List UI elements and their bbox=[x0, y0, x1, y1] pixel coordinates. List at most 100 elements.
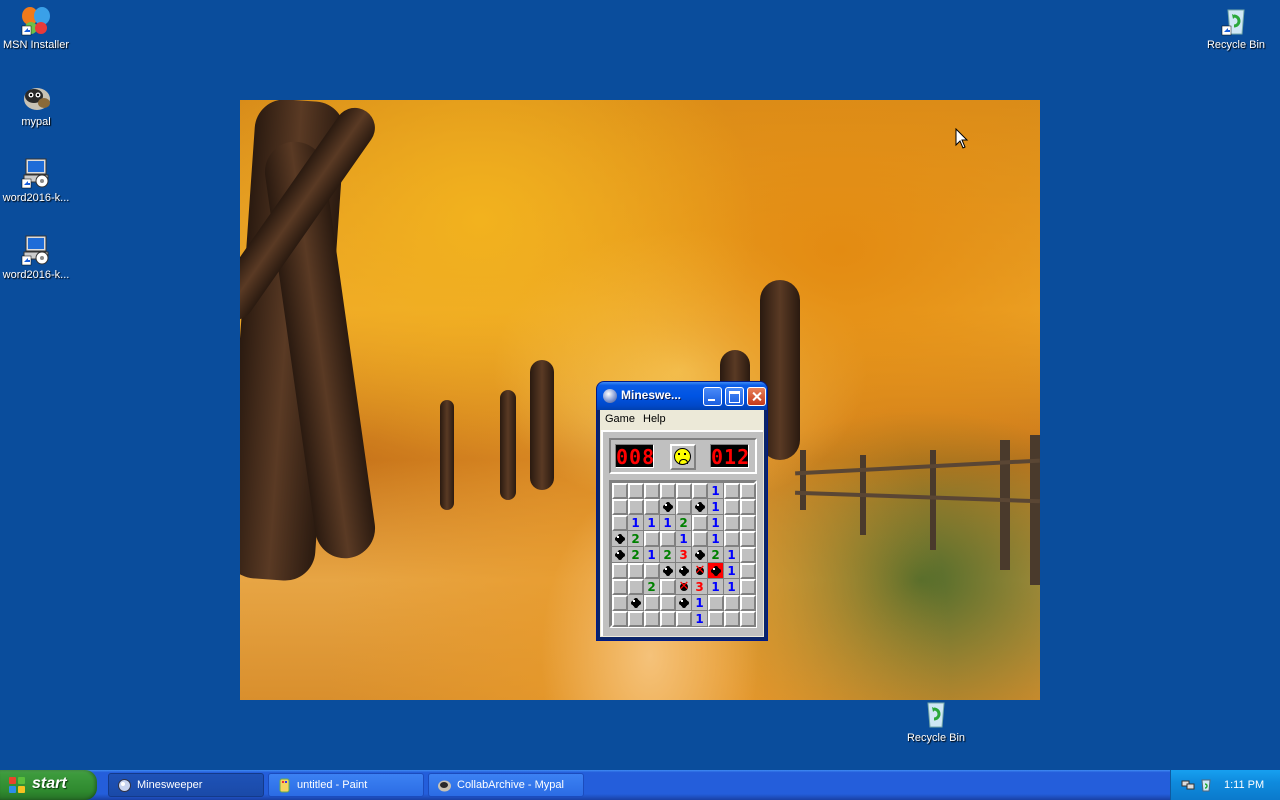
grid-cell-hidden[interactable] bbox=[724, 483, 740, 499]
grid-cell-hidden[interactable] bbox=[644, 563, 660, 579]
grid-cell-hidden[interactable] bbox=[644, 531, 660, 547]
grid-cell-number[interactable]: 1 bbox=[724, 547, 740, 563]
grid-cell-number[interactable]: 1 bbox=[692, 595, 708, 611]
grid-cell-hidden[interactable] bbox=[644, 611, 660, 627]
grid-cell-hidden[interactable] bbox=[724, 531, 740, 547]
grid-cell-hidden[interactable] bbox=[644, 483, 660, 499]
desktop-icon-recycle-bin-bottom[interactable]: Recycle Bin bbox=[896, 697, 976, 744]
new-game-button[interactable] bbox=[670, 444, 696, 470]
grid-cell-number[interactable]: 2 bbox=[644, 579, 660, 595]
grid-cell-hidden[interactable] bbox=[724, 611, 740, 627]
grid-cell-number[interactable]: 1 bbox=[676, 531, 692, 547]
taskbar-button-minesweeper[interactable]: Minesweeper bbox=[108, 773, 264, 797]
grid-cell-hidden[interactable] bbox=[644, 499, 660, 515]
grid-cell-hidden[interactable] bbox=[612, 563, 628, 579]
desktop-icon-recycle-bin-top[interactable]: Recycle Bin bbox=[1196, 4, 1276, 51]
grid-cell-hidden[interactable] bbox=[692, 531, 708, 547]
grid-cell-number[interactable]: 1 bbox=[708, 531, 724, 547]
grid-cell-hidden[interactable] bbox=[660, 595, 676, 611]
grid-cell-number[interactable]: 3 bbox=[692, 579, 708, 595]
grid-cell-hidden[interactable] bbox=[692, 483, 708, 499]
start-button[interactable]: start bbox=[0, 770, 97, 800]
minesweeper-window[interactable]: Mineswe... Game Help 008 012 11111212112… bbox=[597, 382, 767, 640]
grid-cell-hidden[interactable] bbox=[628, 499, 644, 515]
network-icon[interactable] bbox=[1181, 778, 1195, 792]
grid-cell-hidden[interactable] bbox=[724, 595, 740, 611]
grid-cell-number[interactable]: 1 bbox=[692, 611, 708, 627]
grid-cell-hidden[interactable] bbox=[740, 563, 756, 579]
taskbar-button-paint[interactable]: untitled - Paint bbox=[268, 773, 424, 797]
mine-icon[interactable] bbox=[628, 595, 644, 611]
grid-cell-hidden[interactable] bbox=[660, 579, 676, 595]
mine-icon[interactable] bbox=[660, 499, 676, 515]
grid-cell-hidden[interactable] bbox=[628, 563, 644, 579]
grid-cell-hidden[interactable] bbox=[612, 515, 628, 531]
grid-cell-hidden[interactable] bbox=[660, 611, 676, 627]
grid-cell-number[interactable]: 1 bbox=[660, 515, 676, 531]
grid-cell-hidden[interactable] bbox=[612, 595, 628, 611]
grid-cell-hidden[interactable] bbox=[676, 483, 692, 499]
grid-cell-number[interactable]: 1 bbox=[708, 499, 724, 515]
window-titlebar[interactable]: Mineswe... bbox=[597, 382, 767, 410]
grid-cell-hidden[interactable] bbox=[676, 611, 692, 627]
wrong-flag-mine-icon[interactable] bbox=[676, 579, 692, 595]
grid-cell-hidden[interactable] bbox=[612, 579, 628, 595]
mine-icon[interactable] bbox=[692, 499, 708, 515]
wrong-flag-mine-icon[interactable] bbox=[692, 563, 708, 579]
grid-cell-hidden[interactable] bbox=[740, 595, 756, 611]
grid-cell-hidden[interactable] bbox=[612, 611, 628, 627]
grid-cell-number[interactable]: 1 bbox=[724, 563, 740, 579]
grid-cell-number[interactable]: 3 bbox=[676, 547, 692, 563]
taskbar-button-mypal[interactable]: CollabArchive - Mypal bbox=[428, 773, 584, 797]
grid-cell-number[interactable]: 1 bbox=[628, 515, 644, 531]
grid-cell-number[interactable]: 2 bbox=[676, 515, 692, 531]
grid-cell-number[interactable]: 1 bbox=[644, 515, 660, 531]
grid-cell-number[interactable]: 2 bbox=[708, 547, 724, 563]
grid-cell-number[interactable]: 2 bbox=[660, 547, 676, 563]
grid-cell-number[interactable]: 1 bbox=[644, 547, 660, 563]
grid-cell-hidden[interactable] bbox=[740, 547, 756, 563]
grid-cell-hidden[interactable] bbox=[692, 515, 708, 531]
mine-icon[interactable] bbox=[612, 547, 628, 563]
grid-cell-number[interactable]: 2 bbox=[628, 547, 644, 563]
mine-icon[interactable] bbox=[660, 563, 676, 579]
grid-cell-hidden[interactable] bbox=[708, 611, 724, 627]
mine-icon[interactable] bbox=[692, 547, 708, 563]
grid-cell-hidden[interactable] bbox=[612, 499, 628, 515]
maximize-button[interactable] bbox=[725, 387, 744, 406]
grid-cell-hidden[interactable] bbox=[660, 531, 676, 547]
grid-cell-number[interactable]: 1 bbox=[708, 579, 724, 595]
desktop-icon-msn-installer[interactable]: MSN Installer bbox=[0, 4, 76, 51]
grid-cell-hidden[interactable] bbox=[740, 611, 756, 627]
recycle-tray-icon[interactable] bbox=[1199, 778, 1213, 792]
close-button[interactable] bbox=[747, 387, 766, 406]
grid-cell-hidden[interactable] bbox=[708, 595, 724, 611]
grid-cell-hidden[interactable] bbox=[676, 499, 692, 515]
grid-cell-hidden[interactable] bbox=[628, 579, 644, 595]
grid-cell-hidden[interactable] bbox=[628, 611, 644, 627]
exploded-mine-icon[interactable] bbox=[708, 563, 724, 579]
grid-cell-hidden[interactable] bbox=[740, 531, 756, 547]
menu-help[interactable]: Help bbox=[643, 413, 666, 425]
mine-icon[interactable] bbox=[676, 563, 692, 579]
desktop-icon-word2016-1[interactable]: word2016-k... bbox=[0, 157, 76, 204]
grid-cell-hidden[interactable] bbox=[740, 579, 756, 595]
grid-cell-number[interactable]: 1 bbox=[708, 515, 724, 531]
grid-cell-number[interactable]: 2 bbox=[628, 531, 644, 547]
mine-icon[interactable] bbox=[612, 531, 628, 547]
mine-icon[interactable] bbox=[676, 595, 692, 611]
desktop-icon-mypal[interactable]: mypal bbox=[0, 81, 76, 128]
grid-cell-hidden[interactable] bbox=[740, 483, 756, 499]
grid-cell-number[interactable]: 1 bbox=[724, 579, 740, 595]
minimize-button[interactable] bbox=[703, 387, 722, 406]
grid-cell-number[interactable]: 1 bbox=[708, 483, 724, 499]
grid-cell-hidden[interactable] bbox=[644, 595, 660, 611]
grid-cell-hidden[interactable] bbox=[740, 515, 756, 531]
grid-cell-hidden[interactable] bbox=[724, 515, 740, 531]
desktop-icon-word2016-2[interactable]: word2016-k... bbox=[0, 234, 76, 281]
grid-cell-hidden[interactable] bbox=[724, 499, 740, 515]
menu-game[interactable]: Game bbox=[605, 413, 635, 425]
grid-cell-hidden[interactable] bbox=[628, 483, 644, 499]
grid-cell-hidden[interactable] bbox=[660, 483, 676, 499]
grid-cell-hidden[interactable] bbox=[740, 499, 756, 515]
